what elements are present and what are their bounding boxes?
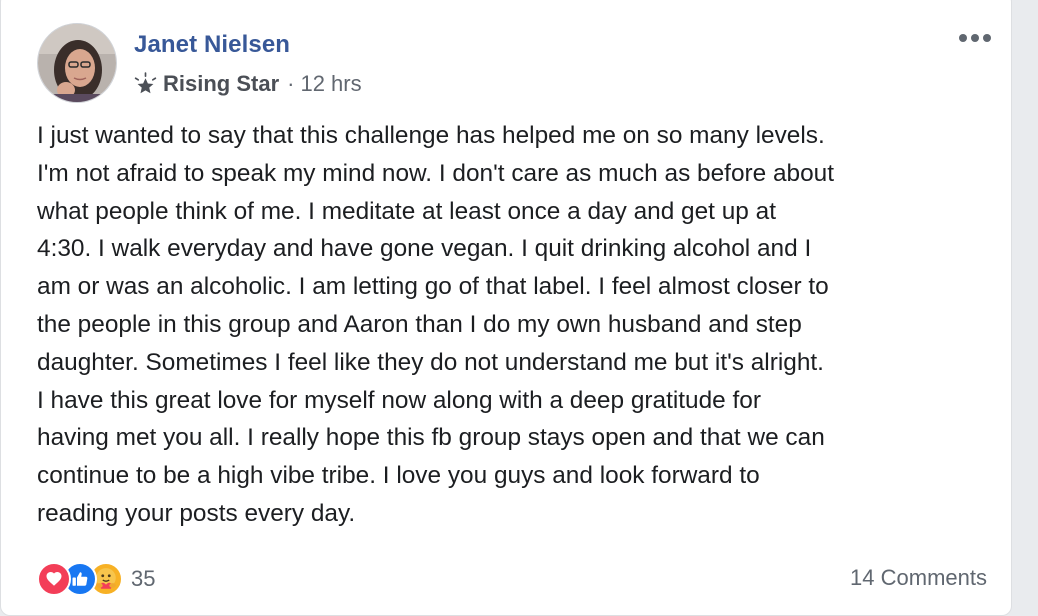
more-options-icon [959,34,991,42]
reaction-count: 35 [131,566,156,591]
post-card: Janet Nielsen Rising Star · 12 hrs I jus… [0,0,1012,616]
author-avatar[interactable] [37,23,117,103]
post-body: I just wanted to say that this challenge… [37,122,835,527]
meta-separator: · [287,71,295,96]
rising-star-icon [134,71,157,93]
post-timestamp[interactable]: 12 hrs [300,71,361,97]
post-meta: Rising Star · 12 hrs [133,71,362,97]
more-options-button[interactable] [955,25,995,51]
love-icon [37,562,71,596]
reactions-summary[interactable]: 35 [37,561,155,597]
comments-count-link[interactable]: 14 Comments [850,565,987,591]
member-badge[interactable]: Rising Star [163,71,279,97]
author-name[interactable]: Janet Nielsen [134,31,290,59]
